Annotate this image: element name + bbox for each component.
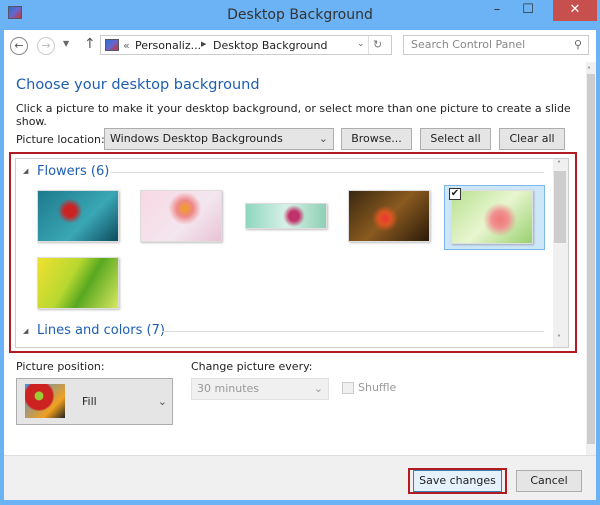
page-title: Choose your desktop background (16, 77, 260, 93)
picture-location-label: Picture location: (16, 133, 105, 146)
interval-value: 30 minutes (197, 382, 260, 395)
chevron-down-icon: ⌄ (318, 132, 328, 145)
clear-all-button[interactable]: Clear all (499, 128, 565, 150)
cancel-button[interactable]: Cancel (516, 470, 582, 492)
picture-position-label: Picture position: (16, 360, 105, 373)
change-interval-dropdown[interactable]: 30 minutes ⌄ (191, 378, 329, 400)
collapse-group-icon[interactable]: ◢ (23, 167, 28, 175)
gallery-scrollbar[interactable]: ˄ ˅ (553, 159, 568, 347)
title-bar[interactable]: Desktop Background – ☐ ✕ (0, 0, 600, 30)
breadcrumb-personalization[interactable]: Personaliz... (135, 39, 201, 52)
footer (4, 455, 596, 500)
maximize-button[interactable]: ☐ (513, 0, 543, 20)
instructions: Click a picture to make it your desktop … (16, 102, 571, 128)
address-bar[interactable]: « Personaliz... ▶ Desktop Background ⌄ ↻ (100, 35, 392, 55)
wallpaper-thumbnail[interactable] (140, 190, 222, 242)
minimize-button[interactable]: – (483, 0, 511, 20)
picture-location-value: Windows Desktop Backgrounds (110, 132, 283, 145)
search-input[interactable]: Search Control Panel ⚲ (403, 35, 589, 55)
recent-pages-chevron-icon[interactable]: ▼ (63, 39, 69, 48)
picture-position-dropdown[interactable]: Fill ⌄ (16, 378, 173, 425)
shuffle-checkbox[interactable] (342, 382, 354, 394)
fill-preview-icon (25, 384, 65, 418)
selected-checkbox[interactable]: ✔ (449, 188, 461, 200)
chevron-down-icon: ⌄ (313, 382, 323, 395)
wallpaper-thumbnail[interactable] (37, 257, 119, 309)
group-lines-and-colors[interactable]: Lines and colors (7) (37, 323, 165, 338)
collapse-group-icon[interactable]: ◢ (23, 327, 28, 335)
browse-button[interactable]: Browse... (341, 128, 412, 150)
close-button[interactable]: ✕ (553, 0, 597, 21)
address-dropdown-icon[interactable]: ⌄ (357, 39, 365, 49)
chevron-down-icon: ⌄ (157, 395, 167, 408)
save-changes-button[interactable]: Save changes (413, 470, 502, 492)
breadcrumb-separator-icon[interactable]: ▶ (201, 40, 206, 48)
picture-location-dropdown[interactable]: Windows Desktop Backgrounds ⌄ (104, 128, 334, 150)
wallpaper-thumbnail[interactable] (37, 190, 119, 242)
refresh-button[interactable]: ↻ (373, 38, 382, 51)
wallpaper-thumbnail[interactable] (348, 190, 430, 242)
back-button[interactable]: ← (10, 37, 28, 55)
breadcrumb-overflow[interactable]: « (123, 39, 130, 52)
change-interval-label: Change picture every: (191, 360, 313, 373)
control-panel-icon (105, 39, 119, 51)
search-icon[interactable]: ⚲ (574, 36, 582, 54)
up-button[interactable]: ↑ (84, 36, 96, 52)
search-placeholder: Search Control Panel (411, 38, 526, 51)
group-flowers[interactable]: Flowers (6) (37, 164, 109, 179)
picture-position-value: Fill (82, 395, 97, 408)
wallpaper-thumbnail[interactable] (245, 203, 327, 229)
breadcrumb-desktop-background[interactable]: Desktop Background (213, 39, 328, 52)
shuffle-label: Shuffle (358, 381, 397, 394)
forward-button[interactable]: → (37, 37, 55, 55)
select-all-button[interactable]: Select all (420, 128, 491, 150)
wallpaper-thumbnail-selected[interactable]: ✔ (444, 185, 545, 250)
